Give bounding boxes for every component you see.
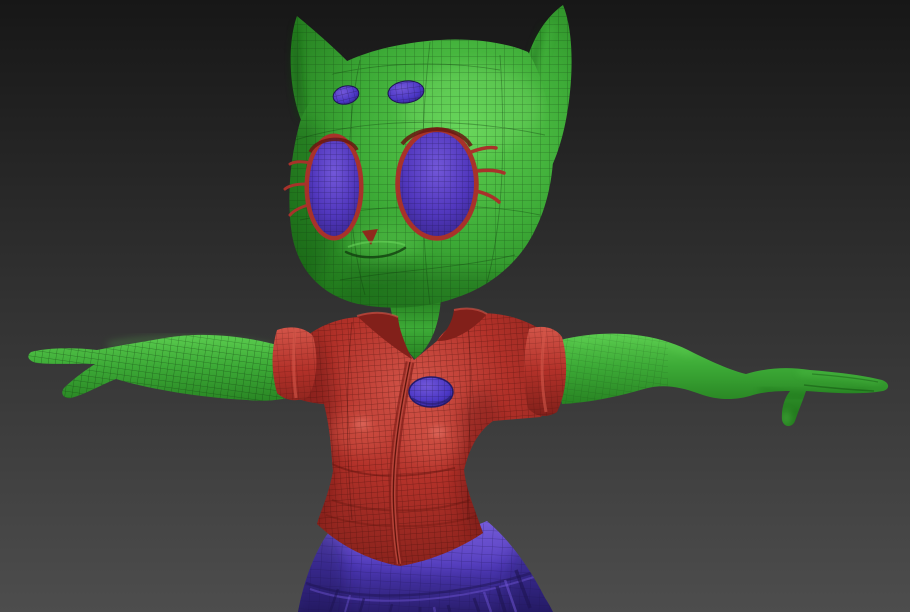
- app-window: [0, 0, 910, 612]
- chest-button-wireframe: [409, 377, 453, 407]
- left-eye-wireframe: [309, 138, 359, 236]
- right-eye-wireframe: [400, 132, 474, 236]
- sleeve-cuff-left: [272, 327, 317, 401]
- sleeve-cuff-right: [523, 326, 567, 416]
- pleat-line: [446, 604, 452, 612]
- chest-button[interactable]: [408, 376, 454, 408]
- pleat-highlight: [432, 606, 437, 612]
- chin-shadow: [340, 260, 416, 284]
- sculpt-viewport[interactable]: [0, 0, 910, 612]
